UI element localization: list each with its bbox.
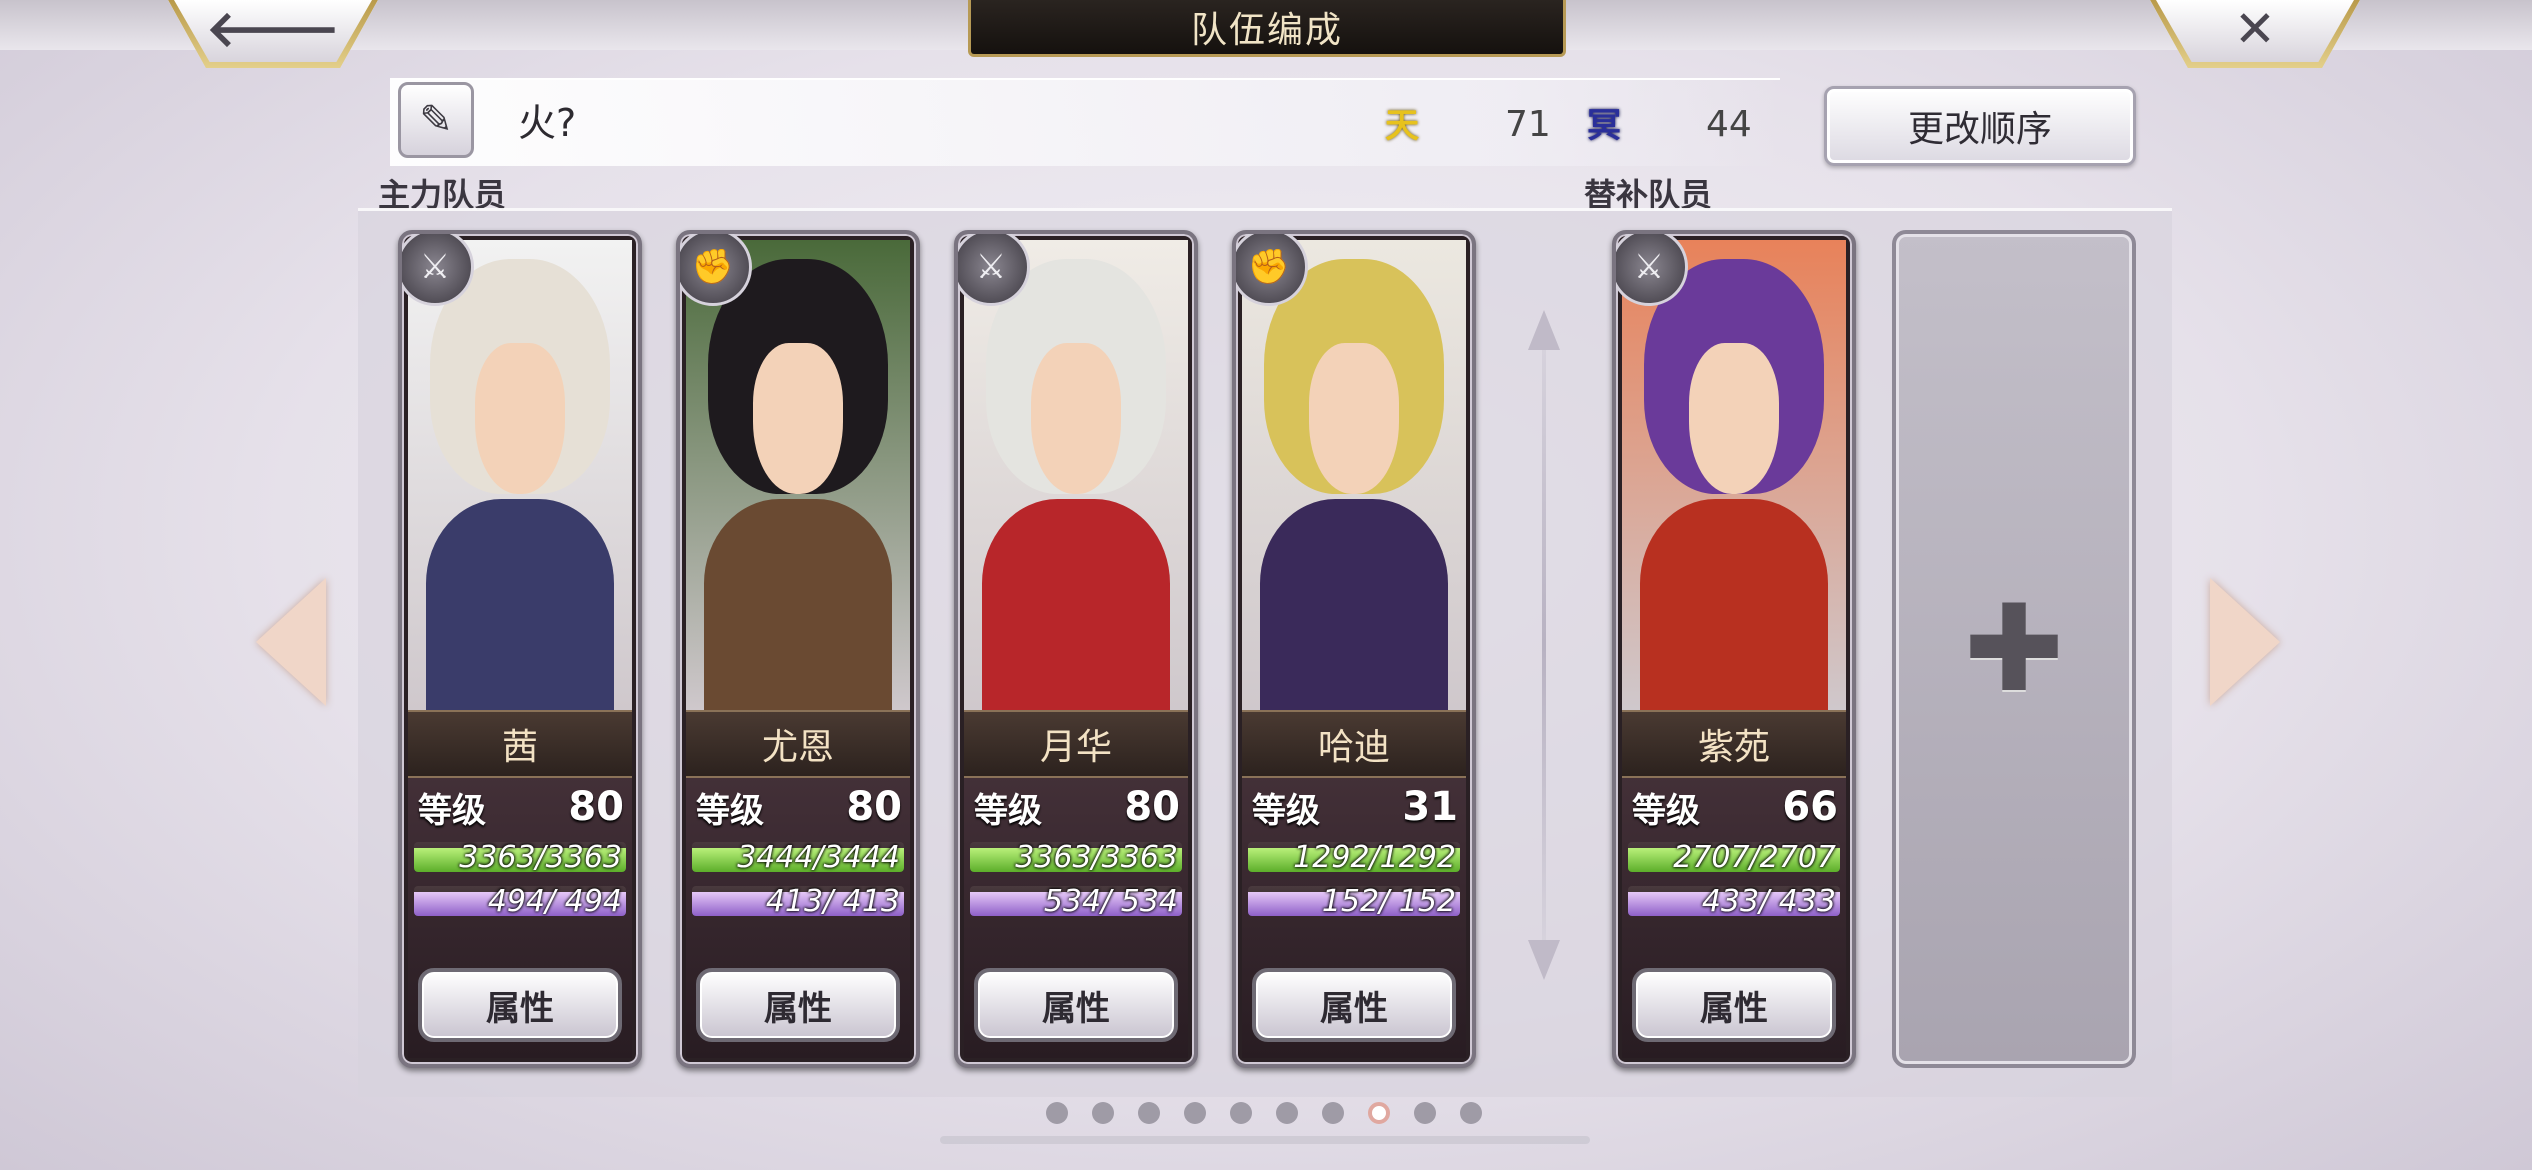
portrait-face bbox=[1309, 343, 1399, 494]
mp-value: 534/ 534 bbox=[1043, 886, 1178, 916]
close-icon: ✕ bbox=[2234, 0, 2276, 58]
portrait-face bbox=[753, 343, 843, 494]
divider-tip-down bbox=[1528, 940, 1560, 980]
level-label: 等级 bbox=[974, 790, 1042, 831]
level-label: 等级 bbox=[696, 790, 764, 831]
hp-bar: 2707/2707 bbox=[1628, 842, 1840, 872]
plus-icon: ✚ bbox=[1963, 579, 2065, 719]
edit-name-button[interactable]: ✎ bbox=[398, 82, 474, 158]
back-button[interactable]: 🡐 bbox=[168, 0, 378, 68]
hp-bar: 3363/3363 bbox=[414, 842, 626, 872]
mp-bar: 494/ 494 bbox=[414, 886, 626, 916]
hp-value: 2707/2707 bbox=[1673, 842, 1836, 872]
mp-bar: 152/ 152 bbox=[1248, 886, 1460, 916]
attributes-button[interactable]: 属性 bbox=[1632, 968, 1836, 1042]
pager-dot[interactable] bbox=[1092, 1102, 1114, 1124]
level-row: 等级 80 bbox=[696, 780, 902, 834]
attributes-button[interactable]: 属性 bbox=[1252, 968, 1456, 1042]
pager-dot[interactable] bbox=[1046, 1102, 1068, 1124]
mp-bar: 534/ 534 bbox=[970, 886, 1182, 916]
character-portrait bbox=[1242, 240, 1466, 710]
pager-dot[interactable] bbox=[1322, 1102, 1344, 1124]
prev-team-arrow-icon[interactable] bbox=[256, 578, 326, 706]
member-card[interactable]: ✊ 哈迪 等级 31 1292/1292 152/ 152 属性 bbox=[1232, 230, 1476, 1068]
portrait-body bbox=[703, 498, 893, 710]
pager-dot[interactable] bbox=[1184, 1102, 1206, 1124]
level-label: 等级 bbox=[1252, 790, 1320, 831]
pencil-icon: ✎ bbox=[419, 97, 453, 143]
level-row: 等级 80 bbox=[974, 780, 1180, 834]
level-label: 等级 bbox=[1632, 790, 1700, 831]
back-arrow-icon: 🡐 bbox=[205, 0, 341, 58]
level-label: 等级 bbox=[418, 790, 486, 831]
mp-value: 494/ 494 bbox=[487, 886, 622, 916]
pager-dot[interactable] bbox=[1138, 1102, 1160, 1124]
bottom-scroll-indicator bbox=[940, 1136, 1590, 1144]
portrait-body bbox=[981, 498, 1171, 710]
page-title: 队伍编成 bbox=[968, 0, 1566, 57]
member-card[interactable]: ⚔ 紫苑 等级 66 2707/2707 433/ 433 属性 bbox=[1612, 230, 1856, 1068]
portrait-body bbox=[425, 498, 615, 710]
team-name: 火? bbox=[518, 101, 577, 145]
level-value: 31 bbox=[1402, 784, 1458, 830]
character-name: 紫苑 bbox=[1622, 710, 1846, 778]
level-value: 80 bbox=[568, 784, 624, 830]
mp-bar: 413/ 413 bbox=[692, 886, 904, 916]
close-button[interactable]: ✕ bbox=[2150, 0, 2360, 68]
pager-dot-active[interactable] bbox=[1368, 1102, 1390, 1124]
portrait-face bbox=[1689, 343, 1779, 494]
character-name: 尤恩 bbox=[686, 710, 910, 778]
attributes-button[interactable]: 属性 bbox=[696, 968, 900, 1042]
divider-line bbox=[1542, 330, 1546, 960]
heaven-value: 71 bbox=[1505, 104, 1551, 145]
level-value: 80 bbox=[846, 784, 902, 830]
next-team-arrow-icon[interactable] bbox=[2210, 578, 2280, 706]
portrait-body bbox=[1639, 498, 1829, 710]
mp-value: 152/ 152 bbox=[1321, 886, 1456, 916]
level-value: 80 bbox=[1124, 784, 1180, 830]
hp-bar: 3444/3444 bbox=[692, 842, 904, 872]
member-card[interactable]: ✊ 尤恩 等级 80 3444/3444 413/ 413 属性 bbox=[676, 230, 920, 1068]
member-card[interactable]: ⚔ 茜等级 80 3363/3363 494/ 494 属性 bbox=[398, 230, 642, 1068]
character-portrait bbox=[1622, 240, 1846, 710]
main-reserve-divider bbox=[1528, 310, 1560, 980]
member-card[interactable]: ⚔ 月华 等级 80 3363/3363 534/ 534 属性 bbox=[954, 230, 1198, 1068]
team-pager bbox=[1046, 1102, 1482, 1124]
hp-value: 3363/3363 bbox=[459, 842, 622, 872]
character-portrait bbox=[686, 240, 910, 710]
hp-value: 3363/3363 bbox=[1015, 842, 1178, 872]
pager-dot[interactable] bbox=[1414, 1102, 1436, 1124]
level-value: 66 bbox=[1782, 784, 1838, 830]
pager-dot[interactable] bbox=[1276, 1102, 1298, 1124]
mp-value: 433/ 433 bbox=[1701, 886, 1836, 916]
level-row: 等级 66 bbox=[1632, 780, 1838, 834]
attributes-button[interactable]: 属性 bbox=[418, 968, 622, 1042]
pager-dot[interactable] bbox=[1460, 1102, 1482, 1124]
nether-value: 44 bbox=[1706, 104, 1752, 145]
hp-bar: 1292/1292 bbox=[1248, 842, 1460, 872]
hp-value: 1292/1292 bbox=[1293, 842, 1456, 872]
character-name: 月华 bbox=[964, 710, 1188, 778]
change-order-button[interactable]: 更改顺序 bbox=[1824, 86, 2136, 166]
hp-value: 3444/3444 bbox=[737, 842, 900, 872]
character-portrait bbox=[964, 240, 1188, 710]
portrait-face bbox=[475, 343, 565, 494]
level-row: 等级 31 bbox=[1252, 780, 1458, 834]
character-portrait bbox=[408, 240, 632, 710]
pager-dot[interactable] bbox=[1230, 1102, 1252, 1124]
character-name: 茜 bbox=[408, 710, 632, 778]
portrait-body bbox=[1259, 498, 1449, 710]
mp-value: 413/ 413 bbox=[765, 886, 900, 916]
level-row: 等级 80 bbox=[418, 780, 624, 834]
team-name-bar bbox=[390, 78, 1780, 166]
portrait-face bbox=[1031, 343, 1121, 494]
empty-reserve-slot[interactable]: ✚ bbox=[1892, 230, 2136, 1068]
nether-icon: 冥 bbox=[1587, 105, 1621, 146]
character-name: 哈迪 bbox=[1242, 710, 1466, 778]
hp-bar: 3363/3363 bbox=[970, 842, 1182, 872]
divider-tip-up bbox=[1528, 310, 1560, 350]
mp-bar: 433/ 433 bbox=[1628, 886, 1840, 916]
heaven-icon: 天 bbox=[1385, 105, 1419, 146]
attributes-button[interactable]: 属性 bbox=[974, 968, 1178, 1042]
